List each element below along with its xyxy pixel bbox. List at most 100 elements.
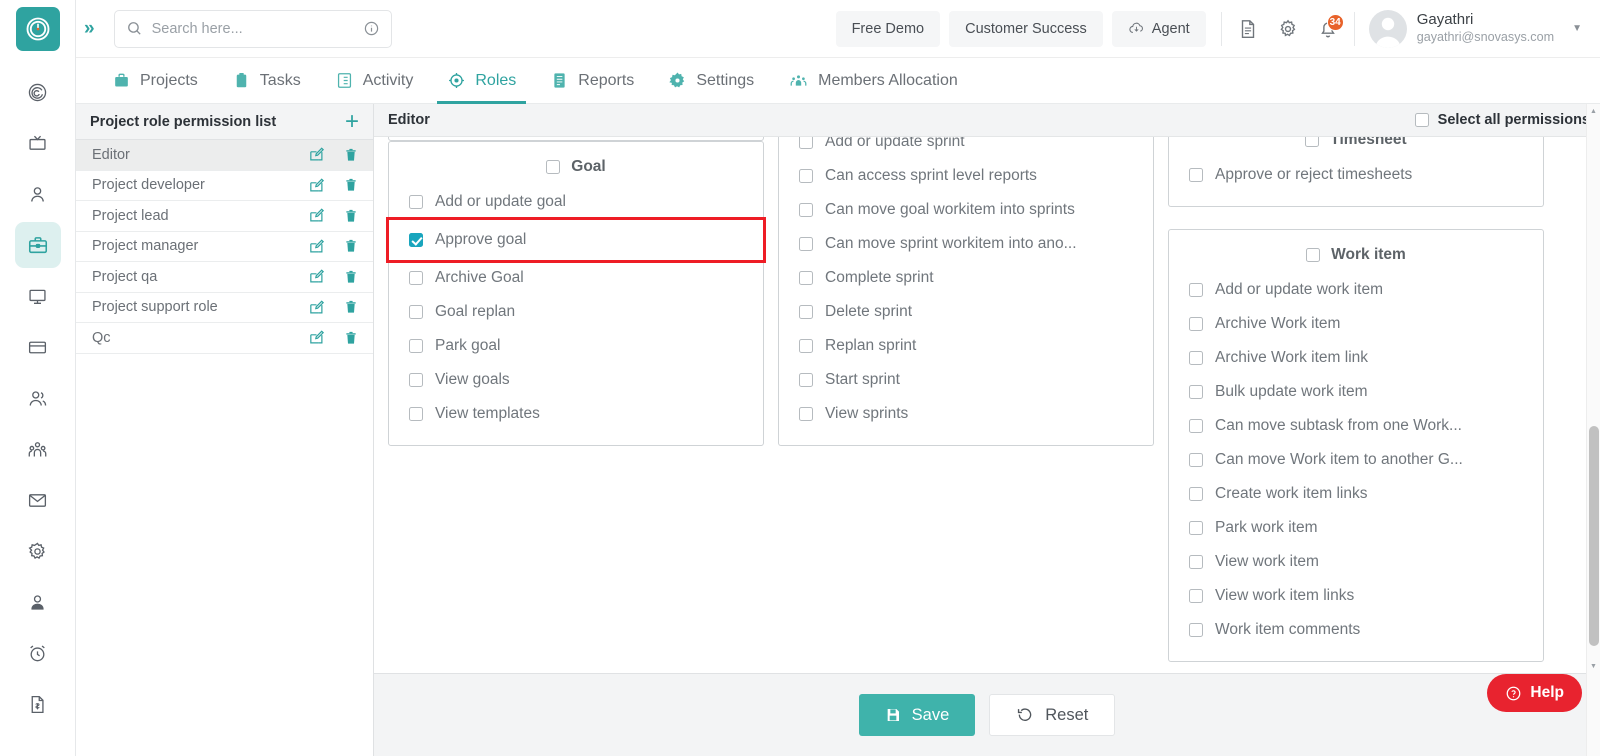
tab-settings[interactable]: Settings xyxy=(652,58,770,104)
add-role-button[interactable]: + xyxy=(345,109,359,134)
permission-checkbox[interactable] xyxy=(1189,487,1203,501)
permission-option[interactable]: Create work item links xyxy=(1169,477,1543,511)
agent-button[interactable]: Agent xyxy=(1111,10,1206,47)
permission-option[interactable]: Can move subtask from one Work... xyxy=(1169,409,1543,443)
permission-option[interactable]: View goals xyxy=(389,363,763,397)
document-icon[interactable] xyxy=(1228,9,1268,49)
permission-checkbox[interactable] xyxy=(1189,351,1203,365)
permission-option[interactable]: Add or update sprint xyxy=(779,137,1153,159)
user-info[interactable]: Gayathri gayathri@snovasys.com xyxy=(1417,11,1554,45)
delete-role-icon[interactable] xyxy=(343,330,359,346)
tab-tasks[interactable]: Tasks xyxy=(216,58,317,104)
permission-option[interactable]: Delete sprint xyxy=(779,295,1153,329)
users-icon[interactable] xyxy=(15,375,61,421)
permission-checkbox[interactable] xyxy=(799,203,813,217)
delete-role-icon[interactable] xyxy=(343,147,359,163)
permission-option[interactable]: Archive Work item link xyxy=(1169,341,1543,375)
alarm-icon[interactable] xyxy=(15,630,61,676)
tab-members-allocation[interactable]: Members Allocation xyxy=(772,58,974,104)
settings-gear-icon[interactable] xyxy=(1268,9,1308,49)
expand-sidebar-icon[interactable]: » xyxy=(84,18,94,40)
permission-checkbox[interactable] xyxy=(799,271,813,285)
edit-role-icon[interactable] xyxy=(308,207,325,224)
permission-checkbox[interactable] xyxy=(409,305,423,319)
role-row[interactable]: Project lead xyxy=(76,201,373,232)
edit-role-icon[interactable] xyxy=(308,238,325,255)
permission-option[interactable]: Can move goal workitem into sprints xyxy=(779,193,1153,227)
main-vertical-scrollbar[interactable]: ▲ ▼ xyxy=(1586,104,1600,756)
permission-option[interactable]: Park work item xyxy=(1169,511,1543,545)
permission-option[interactable]: Add or update work item xyxy=(1169,273,1543,307)
search-box[interactable] xyxy=(113,9,392,48)
permission-option[interactable]: Approve or reject timesheets xyxy=(1169,158,1543,192)
permission-checkbox[interactable] xyxy=(1189,623,1203,637)
scrollbar-thumb[interactable] xyxy=(1589,426,1599,646)
scroll-down-arrow-icon[interactable]: ▼ xyxy=(1587,659,1600,673)
role-row[interactable]: Project manager xyxy=(76,232,373,262)
delete-role-icon[interactable] xyxy=(343,208,359,224)
delete-role-icon[interactable] xyxy=(343,269,359,285)
permission-option[interactable]: Add or update goal xyxy=(389,185,763,219)
profile-icon[interactable] xyxy=(15,579,61,625)
permission-checkbox[interactable] xyxy=(1189,555,1203,569)
permission-checkbox[interactable] xyxy=(799,373,813,387)
delete-role-icon[interactable] xyxy=(343,238,359,254)
role-row[interactable]: Project developer xyxy=(76,171,373,201)
permission-group-title[interactable]: Goal xyxy=(389,158,763,176)
permission-checkbox[interactable] xyxy=(799,237,813,251)
edit-role-icon[interactable] xyxy=(308,146,325,163)
tab-activity[interactable]: Activity xyxy=(319,58,430,104)
gear-icon[interactable] xyxy=(15,528,61,574)
reset-button[interactable]: Reset xyxy=(989,694,1116,736)
permission-option[interactable]: View work item links xyxy=(1169,579,1543,613)
permission-checkbox[interactable] xyxy=(799,169,813,183)
team-icon[interactable] xyxy=(15,426,61,472)
permission-option[interactable]: Complete sprint xyxy=(779,261,1153,295)
permission-option[interactable]: Bulk update work item xyxy=(1169,375,1543,409)
invoice-icon[interactable] xyxy=(15,681,61,727)
role-row[interactable]: Qc xyxy=(76,323,373,354)
permission-checkbox[interactable] xyxy=(1189,317,1203,331)
permission-checkbox[interactable] xyxy=(409,195,423,209)
group-checkbox[interactable] xyxy=(1305,137,1320,147)
permission-option[interactable]: Work item comments xyxy=(1169,613,1543,647)
notifications-bell-icon[interactable]: 34 xyxy=(1308,9,1348,49)
info-icon[interactable] xyxy=(363,20,380,37)
select-all-checkbox[interactable] xyxy=(1414,113,1429,127)
permission-checkbox[interactable] xyxy=(409,373,423,387)
permission-checkbox[interactable] xyxy=(1189,419,1203,433)
permission-option[interactable]: Can move sprint workitem into ano... xyxy=(779,227,1153,261)
permission-checkbox[interactable] xyxy=(1189,283,1203,297)
tab-projects[interactable]: Projects xyxy=(96,58,214,104)
avatar[interactable] xyxy=(1368,9,1407,48)
customer-success-button[interactable]: Customer Success xyxy=(949,10,1103,47)
permission-checkbox[interactable] xyxy=(1189,453,1203,467)
permission-option[interactable]: View templates xyxy=(389,397,763,431)
edit-role-icon[interactable] xyxy=(308,329,325,346)
permission-option[interactable]: Park goal xyxy=(389,329,763,363)
permission-checkbox[interactable] xyxy=(799,339,813,353)
app-logo[interactable] xyxy=(15,7,60,51)
permission-checkbox[interactable] xyxy=(409,233,423,247)
role-row[interactable]: Editor xyxy=(76,140,373,171)
permission-option[interactable]: Approve goal xyxy=(386,217,766,263)
permission-option[interactable]: Replan sprint xyxy=(779,329,1153,363)
edit-role-icon[interactable] xyxy=(308,177,325,194)
card-icon[interactable] xyxy=(15,324,61,370)
spiral-icon[interactable] xyxy=(15,69,61,115)
edit-role-icon[interactable] xyxy=(308,268,325,285)
permission-checkbox[interactable] xyxy=(1189,521,1203,535)
role-row[interactable]: Project qa xyxy=(76,262,373,293)
edit-role-icon[interactable] xyxy=(308,299,325,316)
delete-role-icon[interactable] xyxy=(343,177,359,193)
help-button[interactable]: Help xyxy=(1487,674,1582,712)
select-all-permissions[interactable]: Select all permissions xyxy=(1414,112,1590,128)
tab-roles[interactable]: Roles xyxy=(431,58,532,104)
permission-checkbox[interactable] xyxy=(799,305,813,319)
save-button[interactable]: Save xyxy=(858,694,976,736)
permission-group-title[interactable]: Work item xyxy=(1169,246,1543,264)
delete-role-icon[interactable] xyxy=(343,299,359,315)
permission-checkbox[interactable] xyxy=(409,339,423,353)
permission-option[interactable]: View sprints xyxy=(779,397,1153,431)
monitor-icon[interactable] xyxy=(15,273,61,319)
